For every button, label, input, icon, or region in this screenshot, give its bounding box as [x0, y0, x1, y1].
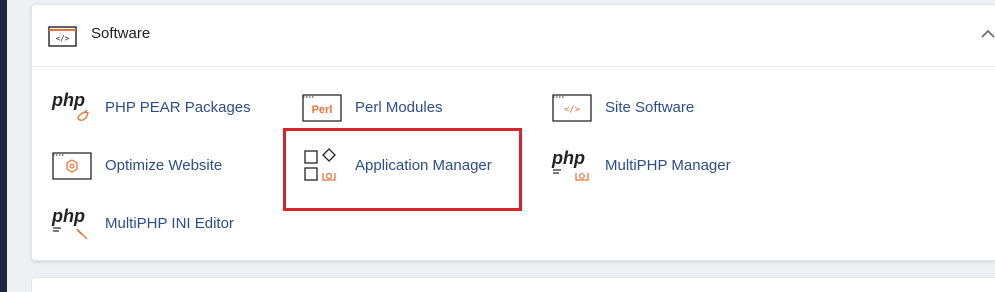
php-manager-icon: php — [551, 148, 589, 181]
chevron-up-icon[interactable] — [981, 29, 995, 39]
svg-text:Perl: Perl — [312, 104, 333, 116]
item-label: Application Manager — [355, 157, 492, 174]
code-window-icon: </> — [48, 26, 77, 47]
application-manager-icon — [304, 148, 336, 181]
item-label: Site Software — [605, 99, 695, 116]
item-label: PHP PEAR Packages — [105, 99, 251, 116]
optimize-gear-icon — [52, 152, 92, 180]
svg-text:php: php — [551, 148, 585, 168]
perl-icon: Perl — [302, 94, 342, 122]
php-ini-editor-icon: php — [51, 206, 88, 240]
software-panel: </> Software php PHP PEAR Packages Perl … — [31, 4, 995, 261]
item-label: Perl Modules — [355, 99, 443, 116]
sidebar-edge — [0, 0, 7, 292]
svg-text:</>: </> — [564, 105, 581, 115]
svg-text:php: php — [51, 90, 85, 110]
item-label: MultiPHP INI Editor — [105, 215, 234, 232]
svg-text:php: php — [51, 206, 85, 226]
panel-title: Software — [91, 25, 151, 42]
php-pear-icon: php — [51, 90, 89, 121]
svg-text:</>: </> — [56, 34, 70, 43]
next-panel — [31, 277, 995, 292]
item-label: Optimize Website — [105, 157, 223, 174]
code-window-icon: </> — [552, 94, 592, 122]
panel-header[interactable]: </> Software — [32, 5, 995, 67]
item-label: MultiPHP Manager — [605, 157, 731, 174]
